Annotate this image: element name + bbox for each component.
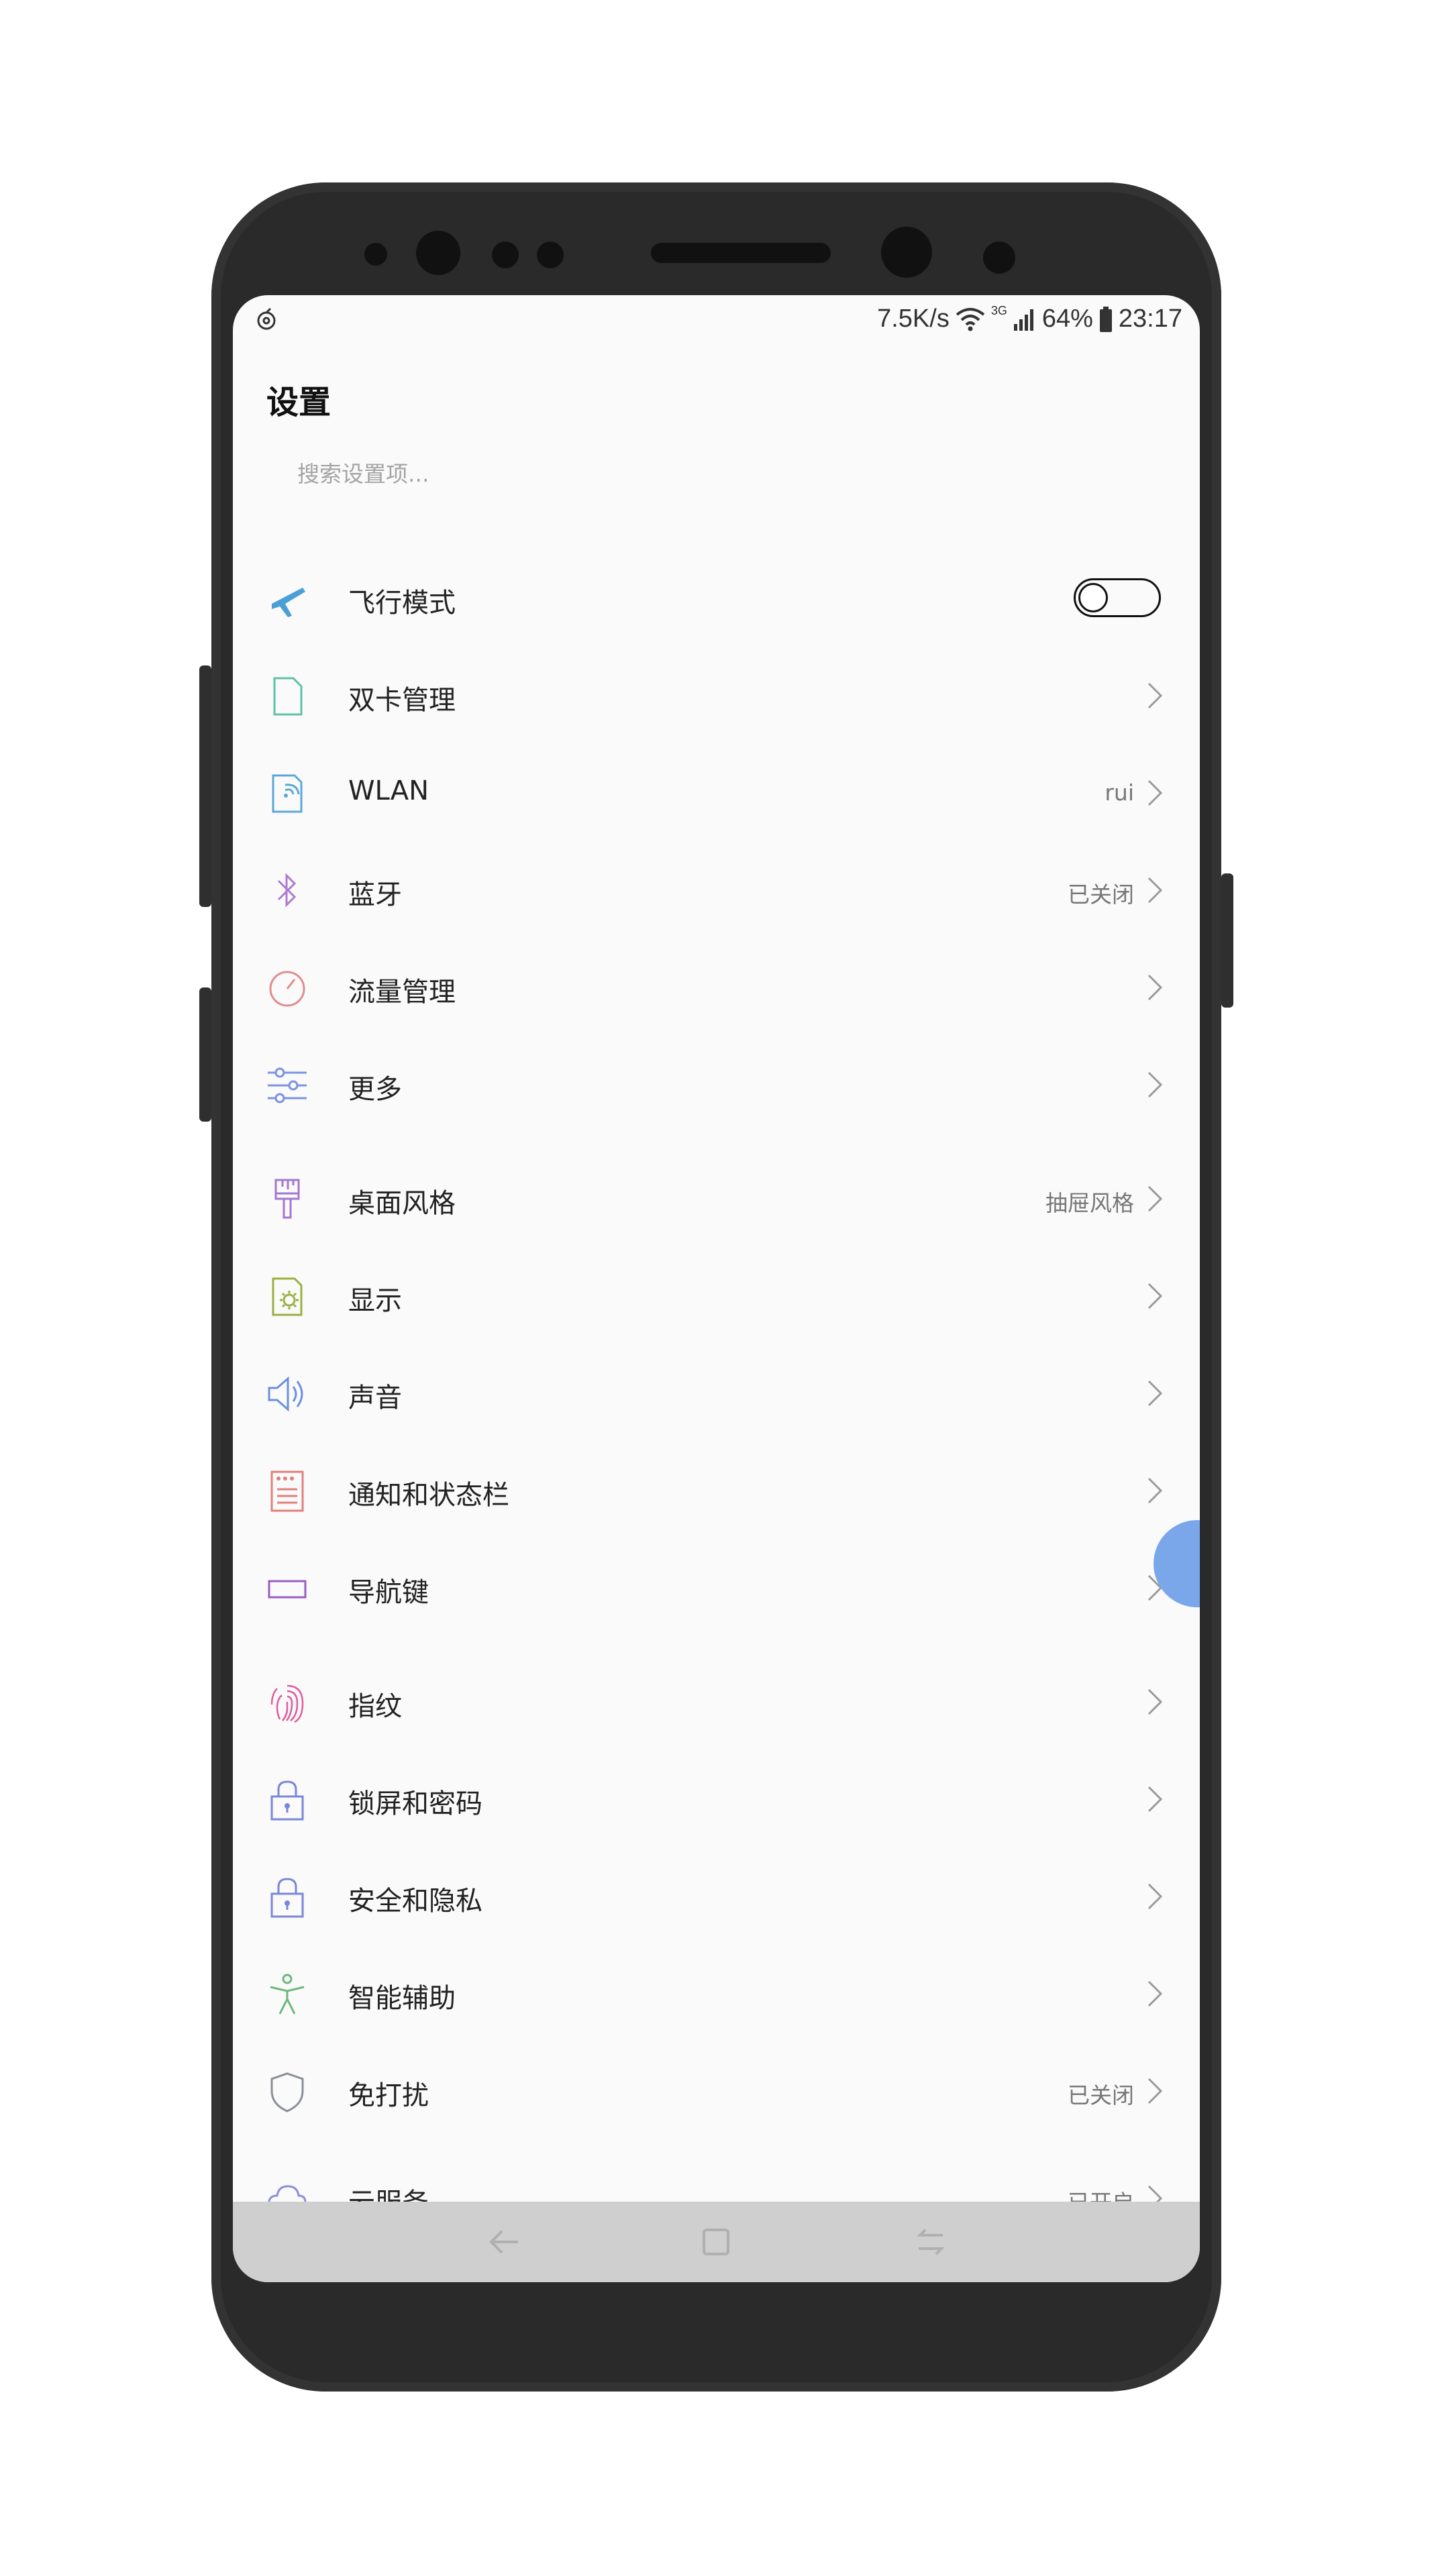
chevron-right-icon bbox=[1145, 680, 1165, 712]
page-title: 设置 bbox=[266, 384, 331, 421]
settings-row-label: 桌面风格 bbox=[348, 1188, 456, 1219]
settings-row[interactable]: 安全和隐私 bbox=[233, 1848, 1200, 1945]
screen: 7.5K/s 3G 64% 23:17 设置 搜索设置项... 飞行模式 双卡管… bbox=[233, 295, 1200, 2282]
status-bar: 7.5K/s 3G 64% 23:17 bbox=[233, 295, 1200, 343]
settings-row[interactable]: 显示 bbox=[233, 1248, 1200, 1345]
power-button bbox=[1221, 873, 1233, 1008]
signal-icon bbox=[1013, 309, 1033, 331]
airplane-mode-toggle[interactable] bbox=[1074, 578, 1161, 617]
settings-row[interactable]: 免打扰 已关闭 bbox=[233, 2043, 1200, 2140]
settings-row[interactable]: 更多 bbox=[233, 1036, 1200, 1134]
accessibility-icon bbox=[265, 1972, 309, 2017]
iris-camera bbox=[416, 231, 460, 275]
settings-row[interactable]: 智能辅助 bbox=[233, 1945, 1200, 2043]
wifi-icon bbox=[956, 307, 985, 331]
settings-row-label: 智能辅助 bbox=[348, 1983, 456, 2014]
speaker-icon bbox=[265, 1372, 309, 1416]
home-icon[interactable] bbox=[696, 2222, 736, 2262]
chevron-right-icon bbox=[1145, 2075, 1165, 2107]
fingerprint-icon bbox=[265, 1680, 309, 1725]
toggle-knob bbox=[1078, 583, 1108, 612]
network-type: 3G bbox=[990, 304, 1007, 317]
settings-row[interactable]: 导航键 bbox=[233, 1540, 1200, 1637]
earpiece-speaker bbox=[651, 243, 831, 263]
data-usage-icon bbox=[265, 966, 309, 1010]
settings-row-label: 双卡管理 bbox=[348, 685, 456, 716]
clock: 23:17 bbox=[1118, 305, 1182, 333]
settings-row-label: 蓝牙 bbox=[348, 879, 402, 910]
brush-icon bbox=[265, 1177, 309, 1222]
chevron-right-icon bbox=[1145, 971, 1165, 1004]
settings-row-label: 安全和隐私 bbox=[348, 1886, 482, 1917]
security-lock-icon bbox=[265, 1875, 309, 1919]
chevron-right-icon bbox=[1145, 777, 1165, 809]
notification-icon bbox=[265, 1469, 309, 1513]
chevron-right-icon bbox=[1145, 1474, 1165, 1507]
navigation-bar bbox=[233, 2202, 1200, 2282]
settings-row-label: 飞行模式 bbox=[348, 588, 456, 619]
settings-row-label: 流量管理 bbox=[348, 977, 456, 1008]
chevron-right-icon bbox=[1145, 1783, 1165, 1815]
wlan-icon bbox=[265, 771, 309, 816]
settings-row-label: 更多 bbox=[348, 1074, 402, 1105]
recents-icon[interactable] bbox=[911, 2222, 951, 2262]
battery-percent: 64% bbox=[1041, 305, 1093, 333]
sensor-dot bbox=[983, 241, 1015, 274]
settings-row[interactable]: 双卡管理 bbox=[233, 647, 1200, 745]
settings-row[interactable]: WLAN rui bbox=[233, 745, 1200, 842]
display-icon bbox=[265, 1275, 309, 1319]
chevron-right-icon bbox=[1145, 1280, 1165, 1312]
app-notification-icon bbox=[257, 307, 276, 330]
phone-frame: 7.5K/s 3G 64% 23:17 设置 搜索设置项... 飞行模式 双卡管… bbox=[199, 182, 1233, 2392]
bluetooth-icon bbox=[265, 869, 309, 913]
settings-row[interactable]: 通知和状态栏 bbox=[233, 1442, 1200, 1540]
chevron-right-icon bbox=[1145, 1978, 1165, 2010]
volume-button bbox=[199, 665, 211, 907]
settings-row-label: 通知和状态栏 bbox=[348, 1480, 509, 1511]
search-placeholder: 搜索设置项... bbox=[297, 461, 429, 487]
settings-row-label: WLAN bbox=[348, 775, 429, 806]
settings-row[interactable]: 流量管理 bbox=[233, 939, 1200, 1036]
settings-row[interactable]: 蓝牙 已关闭 bbox=[233, 842, 1200, 939]
settings-row[interactable]: 指纹 bbox=[233, 1654, 1200, 1751]
sensor-dot bbox=[364, 243, 387, 266]
chevron-right-icon bbox=[1145, 1069, 1165, 1101]
airplane-icon bbox=[265, 577, 309, 621]
shield-icon bbox=[265, 2070, 309, 2114]
sliders-icon bbox=[265, 1063, 309, 1108]
lock-icon bbox=[265, 1778, 309, 1822]
settings-row-label: 免打扰 bbox=[348, 2080, 429, 2111]
settings-row-label: 显示 bbox=[348, 1285, 402, 1316]
settings-row-label: 锁屏和密码 bbox=[348, 1788, 482, 1819]
battery-icon bbox=[1099, 306, 1112, 332]
settings-row-label: 声音 bbox=[348, 1383, 402, 1413]
sensor-dot bbox=[537, 241, 564, 268]
settings-row[interactable]: 飞行模式 bbox=[233, 550, 1200, 647]
search-input[interactable]: 搜索设置项... bbox=[266, 445, 1166, 499]
settings-row[interactable]: 桌面风格 抽屉风格 bbox=[233, 1150, 1200, 1248]
sim-card-icon bbox=[265, 674, 309, 718]
settings-row-value: 抽屉风格 bbox=[1045, 1190, 1134, 1216]
chevron-right-icon bbox=[1145, 1183, 1165, 1215]
chevron-right-icon bbox=[1145, 1686, 1165, 1718]
settings-row[interactable]: 声音 bbox=[233, 1345, 1200, 1442]
settings-row[interactable]: 锁屏和密码 bbox=[233, 1751, 1200, 1848]
front-camera bbox=[881, 227, 932, 278]
back-icon[interactable] bbox=[484, 2222, 525, 2262]
chevron-right-icon bbox=[1145, 1880, 1165, 1913]
settings-row-value: 已关闭 bbox=[1068, 2082, 1134, 2108]
chevron-right-icon bbox=[1145, 874, 1165, 906]
chevron-right-icon bbox=[1145, 1377, 1165, 1409]
net-speed: 7.5K/s bbox=[877, 305, 950, 333]
navigation-key-icon bbox=[265, 1566, 309, 1611]
settings-row-label: 导航键 bbox=[348, 1577, 429, 1608]
settings-row-value: 已关闭 bbox=[1068, 881, 1134, 908]
settings-row-value: rui bbox=[1105, 780, 1134, 806]
settings-row-label: 指纹 bbox=[348, 1691, 402, 1722]
sensor-dot bbox=[492, 241, 519, 268]
bixby-button bbox=[199, 987, 211, 1122]
